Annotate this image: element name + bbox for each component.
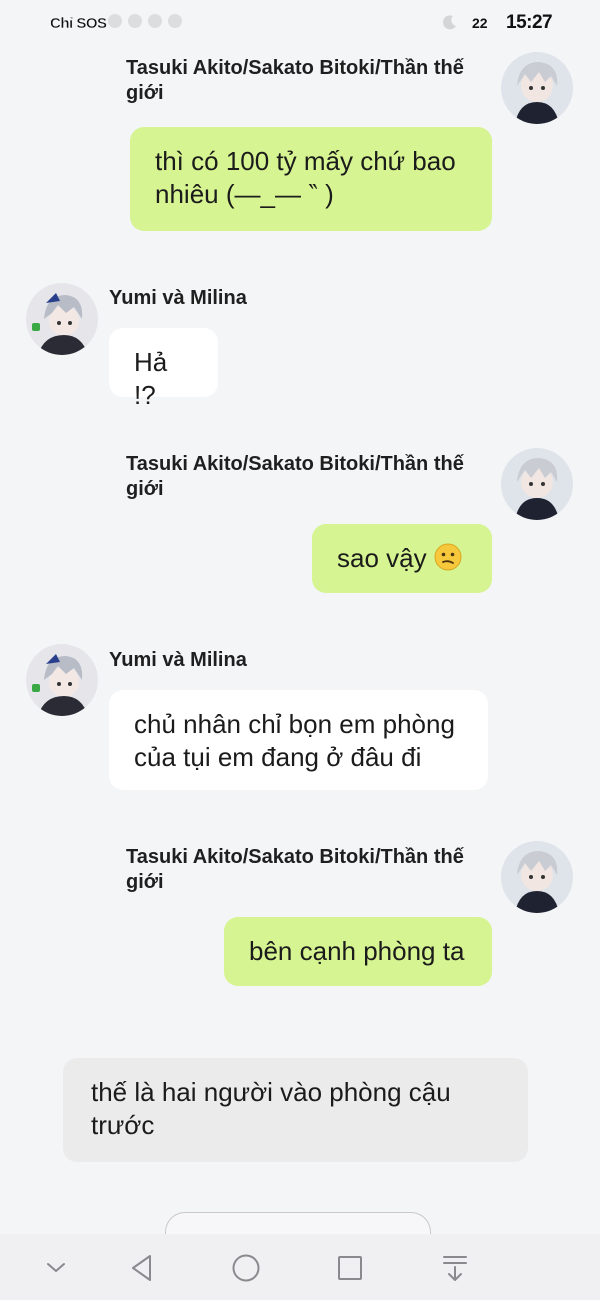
carrier-label: Chỉ SOS xyxy=(50,15,107,32)
other-avatar[interactable] xyxy=(26,644,98,716)
chevron-down-icon xyxy=(47,1263,65,1272)
back-button[interactable] xyxy=(124,1250,160,1286)
message-text: Hả !? xyxy=(134,347,168,410)
sender-name-line: giới xyxy=(126,478,164,500)
sender-name-line: giới xyxy=(126,871,164,893)
message-bubble-other[interactable]: chủ nhân chỉ bọn em phòng của tụi em đan… xyxy=(109,690,488,790)
sender-name: Yumi và Milina xyxy=(109,649,247,671)
notification-icon xyxy=(108,14,122,28)
sender-name: Tasuki Akito/Sakato Bitoki/Thần thế giới xyxy=(126,452,486,502)
messenger-icon xyxy=(148,14,162,28)
battery-level: 22 xyxy=(472,15,488,31)
silver-haired-boy-avatar-icon xyxy=(501,448,573,520)
sender-name: Tasuki Akito/Sakato Bitoki/Thần thế giới xyxy=(126,56,486,106)
narration-text: trước xyxy=(91,1110,155,1140)
sender-name-line: Tasuki Akito/Sakato Bitoki/Thần thế xyxy=(126,453,464,475)
silver-haired-boy-avatar-icon xyxy=(501,52,573,124)
home-circle-icon xyxy=(232,1254,260,1282)
narration-text: thế là hai người vào phòng cậu xyxy=(91,1077,451,1107)
message-bubble-self[interactable]: thì có 100 tỷ mấy chứ bao nhiêu (—_— ‶ ) xyxy=(130,127,492,231)
message-bubble-other[interactable]: Hả !? xyxy=(109,328,218,410)
collapse-keyboard-icon xyxy=(443,1256,467,1281)
message-text: của tụi em đang ở đâu đi xyxy=(134,742,422,772)
sender-name-line: Tasuki Akito/Sakato Bitoki/Thần thế xyxy=(126,57,464,79)
user-avatar[interactable] xyxy=(501,52,573,124)
sender-name: Tasuki Akito/Sakato Bitoki/Thần thế giới xyxy=(126,845,486,895)
clock: 15:27 xyxy=(506,12,553,33)
recents-button[interactable] xyxy=(332,1250,368,1286)
facebook-icon xyxy=(168,14,182,28)
sender-name-line: Tasuki Akito/Sakato Bitoki/Thần thế xyxy=(126,846,464,868)
confused-face-emoji-icon xyxy=(434,543,462,571)
wifi-icon xyxy=(128,14,142,28)
yumi-milina-avatar-icon xyxy=(26,283,98,355)
recents-square-icon xyxy=(338,1256,362,1280)
narration-bubble[interactable]: thế là hai người vào phòng cậu trước xyxy=(63,1058,528,1162)
message-text: thì có 100 tỷ mấy chứ bao xyxy=(155,146,456,176)
status-bar: Chỉ SOS 22 15:27 xyxy=(0,0,600,48)
other-avatar[interactable] xyxy=(26,283,98,355)
message-text: sao vậy xyxy=(337,543,427,573)
back-triangle-icon xyxy=(132,1255,151,1281)
sender-name-line: giới xyxy=(126,82,164,104)
message-text: chủ nhân chỉ bọn em phòng xyxy=(134,709,455,739)
message-bubble-self[interactable]: bên cạnh phòng ta xyxy=(224,917,492,986)
message-text: bên cạnh phòng ta xyxy=(249,936,465,966)
collapse-keyboard-button[interactable] xyxy=(437,1250,473,1286)
hide-nav-button[interactable] xyxy=(38,1250,74,1286)
user-avatar[interactable] xyxy=(501,448,573,520)
sender-name: Yumi và Milina xyxy=(109,287,247,309)
notification-icons xyxy=(108,14,182,28)
navigation-bar xyxy=(0,1234,600,1300)
do-not-disturb-icon xyxy=(443,15,456,30)
yumi-milina-avatar-icon xyxy=(26,644,98,716)
user-avatar[interactable] xyxy=(501,841,573,913)
silver-haired-boy-avatar-icon xyxy=(501,841,573,913)
home-button[interactable] xyxy=(228,1250,264,1286)
message-text: nhiêu (—_— ‶ ) xyxy=(155,179,334,209)
message-bubble-self[interactable]: sao vậy xyxy=(312,524,492,593)
